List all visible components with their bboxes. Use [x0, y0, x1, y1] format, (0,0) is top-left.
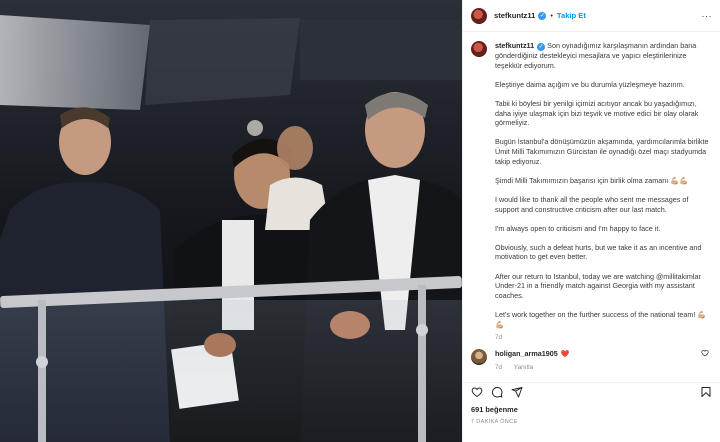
- share-icon[interactable]: [511, 386, 523, 398]
- separator-dot: •: [550, 11, 553, 20]
- caption-paragraph-5: Şimdi Milli Takımımızın başarısı için bi…: [495, 175, 689, 185]
- caption-avatar[interactable]: [471, 41, 487, 57]
- commenter-avatar[interactable]: [471, 348, 487, 365]
- post-date[interactable]: 7 DAKİKA ÖNCE: [471, 419, 518, 425]
- author-avatar[interactable]: [471, 7, 487, 24]
- comment-item: holigan_arma1905 ❤️ 7d Yanıtla: [471, 348, 710, 371]
- commenter-username[interactable]: holigan_arma1905: [495, 349, 558, 358]
- comment-meta: 7d Yanıtla: [495, 364, 710, 371]
- verified-badge-icon: ✓: [538, 11, 547, 20]
- author-username[interactable]: stefkuntz11: [494, 11, 535, 20]
- caption-timestamp[interactable]: 7d: [495, 333, 710, 343]
- caption-verified-badge-icon: ✓: [537, 43, 546, 51]
- comment-timestamp[interactable]: 7d: [495, 364, 502, 371]
- caption-paragraph-8: Obviously, such a defeat hurts, but we t…: [495, 242, 702, 262]
- caption-text: stefkuntz11 ✓ Son oynadığımız karşılaşman…: [495, 41, 710, 343]
- caption-paragraph-10: Let's work together on the further succe…: [495, 310, 707, 329]
- comment-text: ❤️: [560, 350, 570, 358]
- post-side-panel: stefkuntz11 ✓ • Takip Et ··· stefkuntz11…: [462, 0, 720, 442]
- caption: stefkuntz11 ✓ Son oynadığımız karşılaşman…: [471, 41, 710, 343]
- likes-count[interactable]: 691 beğenme: [471, 405, 518, 414]
- bookmark-icon[interactable]: [700, 386, 712, 398]
- caption-paragraph-7: I'm always open to criticism and I'm hap…: [495, 223, 661, 233]
- comment-body: holigan_arma1905 ❤️ 7d Yanıtla: [495, 349, 710, 371]
- post-header: stefkuntz11 ✓ • Takip Et ···: [463, 0, 720, 32]
- caption-paragraph-2: Eleştiriye daima açığım ve bu durumla yü…: [495, 79, 685, 89]
- comment-icon[interactable]: [491, 386, 503, 398]
- caption-paragraph-9: After our return to Istanbul, today we a…: [495, 271, 701, 300]
- comment-like-heart-icon[interactable]: [700, 349, 710, 359]
- caption-paragraph-3: Tabii ki böylesi bir yenilgi içimizi acı…: [495, 98, 699, 128]
- follow-button[interactable]: Takip Et: [557, 11, 586, 20]
- post-photo[interactable]: [0, 0, 462, 442]
- more-options-icon[interactable]: ···: [702, 11, 713, 21]
- caption-paragraph-6: I would like to thank all the people who…: [495, 194, 689, 214]
- comment-reply-button[interactable]: Yanıtla: [514, 364, 533, 371]
- heart-icon[interactable]: [471, 386, 483, 398]
- comments-area[interactable]: stefkuntz11 ✓ Son oynadığımız karşılaşman…: [463, 32, 720, 382]
- caption-username[interactable]: stefkuntz11: [495, 41, 534, 50]
- instagram-post-modal: stefkuntz11 ✓ • Takip Et ··· stefkuntz11…: [0, 0, 720, 442]
- caption-paragraph-4: Bugün İstanbul'a dönüşümüzün akşamında, …: [495, 137, 709, 166]
- stadium-photo-image: [0, 0, 462, 442]
- post-actions: [463, 382, 720, 400]
